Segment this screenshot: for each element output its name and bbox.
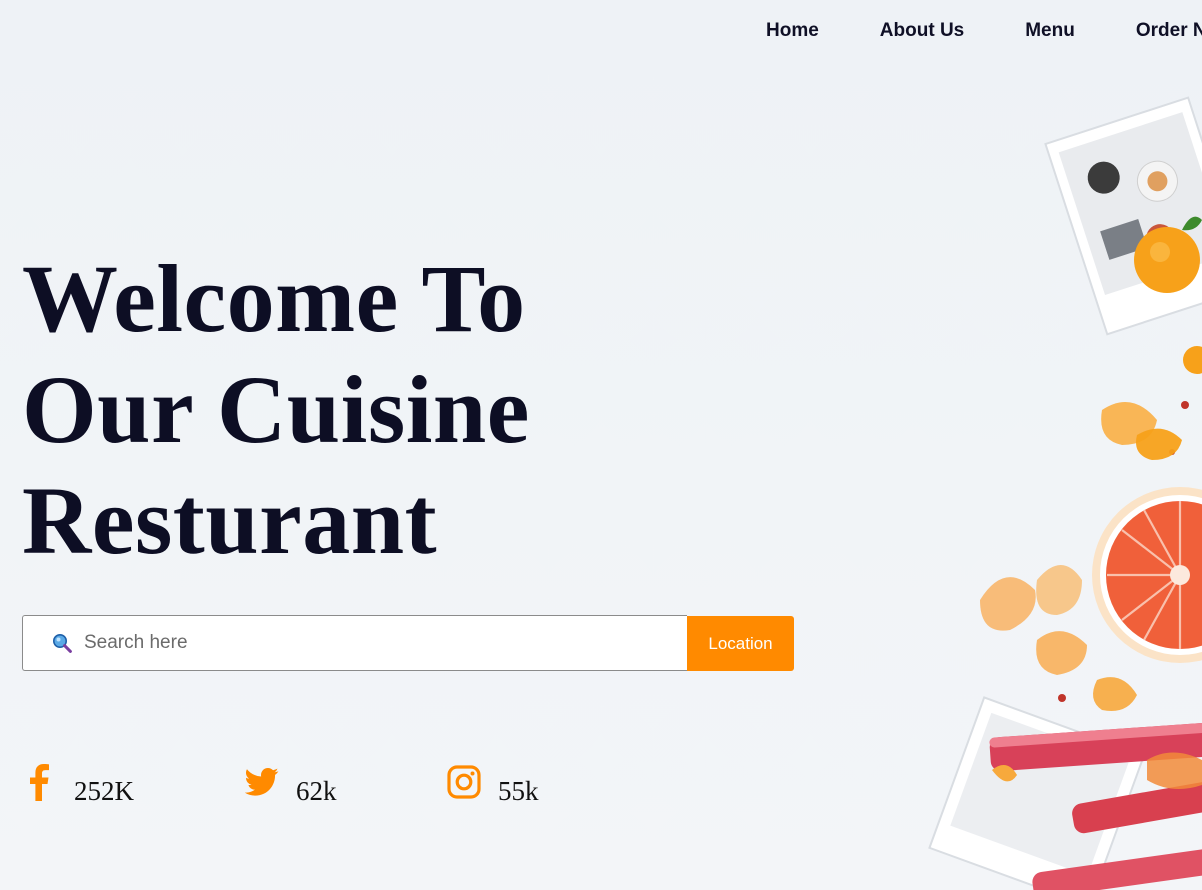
food-decoration-image [922, 80, 1202, 890]
twitter-icon [244, 767, 279, 802]
location-button[interactable]: Location [687, 616, 794, 671]
nav-order-link[interactable]: Order N [1136, 19, 1202, 43]
social-facebook[interactable]: 252K [28, 763, 134, 806]
instagram-count: 55k [498, 775, 539, 806]
facebook-count: 252K [74, 775, 134, 806]
search-input[interactable] [82, 622, 666, 664]
nav-home-link[interactable]: Home [766, 19, 819, 43]
search-bar: Location [22, 615, 794, 671]
hero-title: Welcome To Our Cuisine Resturant [22, 243, 530, 576]
nav-about-link[interactable]: About Us [880, 19, 964, 43]
instagram-icon [447, 764, 481, 804]
social-twitter[interactable]: 62k [244, 764, 337, 806]
facebook-icon [28, 763, 50, 806]
nav-menu-link[interactable]: Menu [1025, 19, 1075, 43]
search-box [22, 615, 687, 671]
hero-title-line: Our Cuisine [22, 356, 530, 463]
main-nav: Home About Us Menu Order N [766, 19, 1202, 43]
twitter-count: 62k [296, 775, 337, 806]
search-icon [52, 633, 72, 653]
hero-title-line: Welcome To [22, 245, 526, 352]
hero-title-line: Resturant [22, 467, 438, 574]
social-instagram[interactable]: 55k [447, 764, 539, 806]
